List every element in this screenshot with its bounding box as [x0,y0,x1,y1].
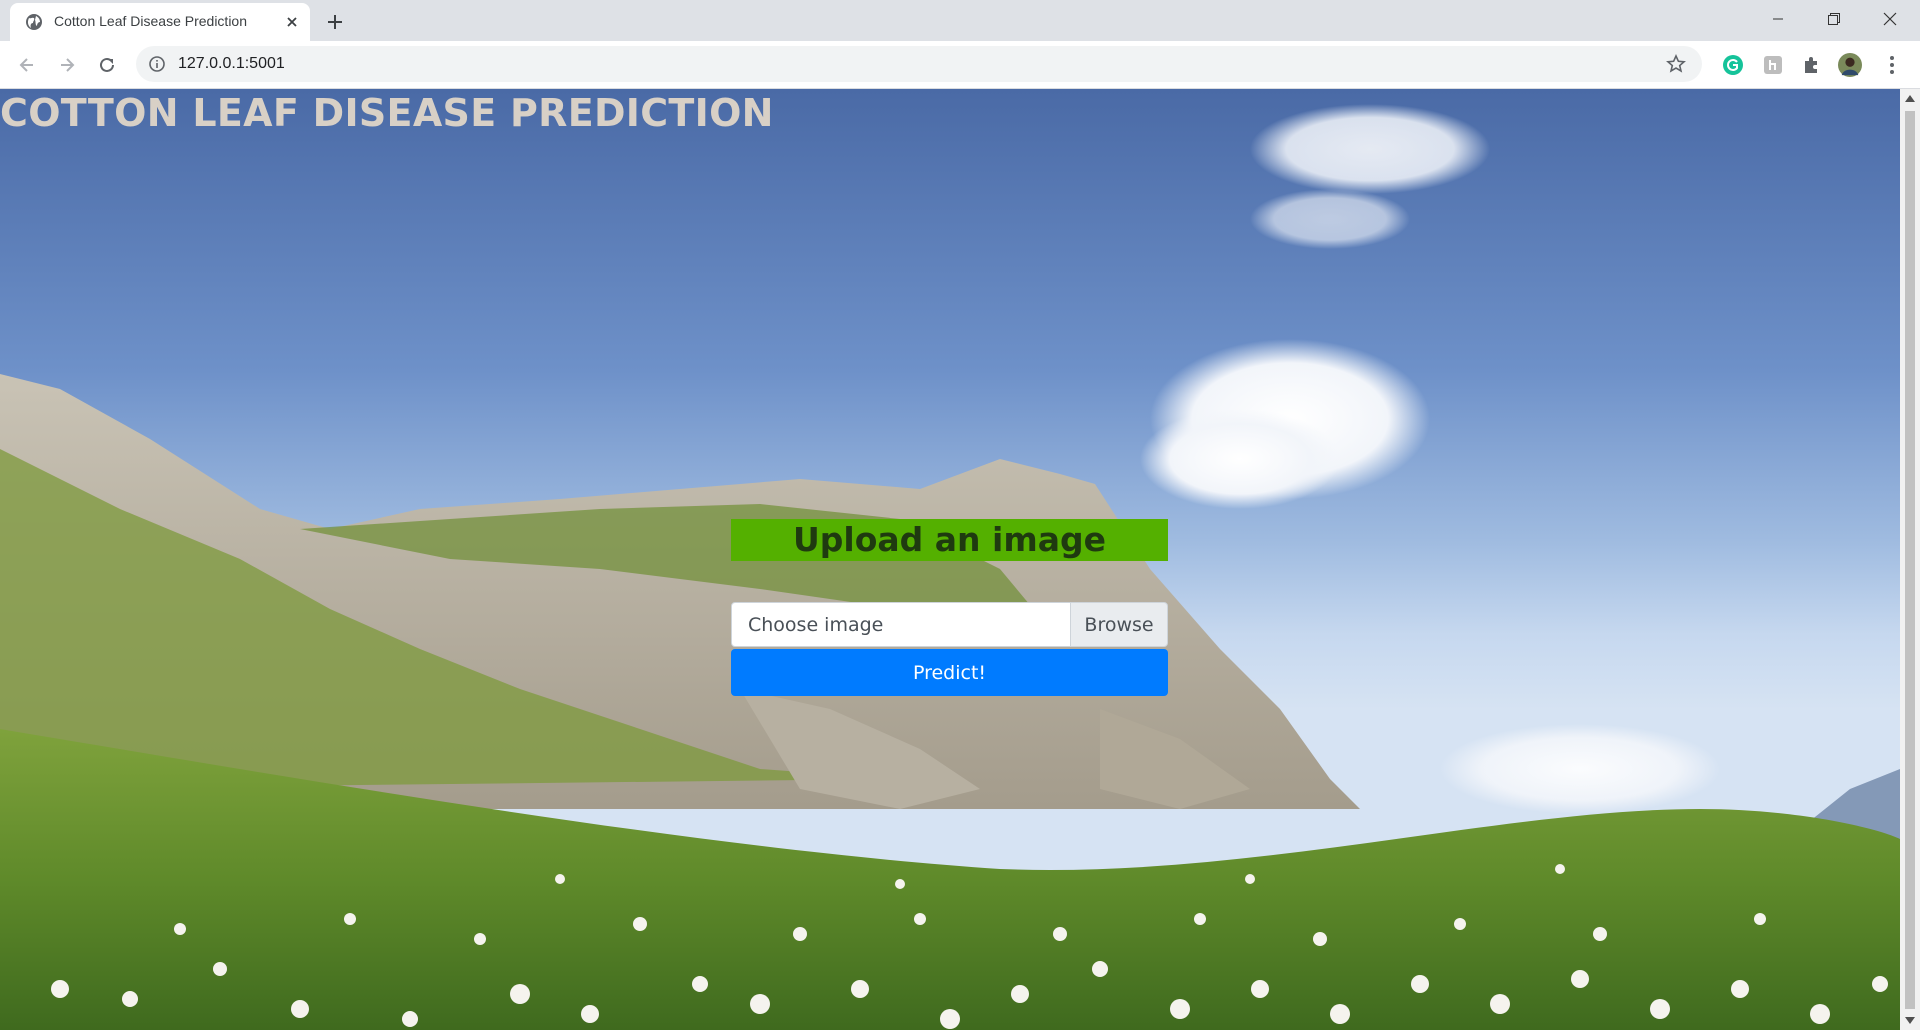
close-icon [1883,12,1897,26]
reload-icon [100,57,114,72]
info-icon[interactable] [148,55,166,73]
url-text[interactable]: 127.0.0.1:5001 [178,55,285,73]
tab-strip: Cotton Leaf Disease Prediction [0,0,1920,41]
page-viewport: COTTON LEAF DISEASE PREDICTION Upload an… [0,89,1900,1030]
file-input[interactable]: Choose image [731,602,1071,647]
restore-button[interactable] [1806,0,1862,38]
menu-kebab-icon[interactable] [1880,53,1904,77]
extension-icon[interactable] [1761,53,1785,77]
page-title: COTTON LEAF DISEASE PREDICTION [0,91,774,135]
file-upload-group: Choose image Browse [731,602,1168,649]
extensions-puzzle-icon[interactable] [1800,53,1824,77]
arrow-right-icon [61,58,75,72]
globe-icon [26,14,42,30]
address-bar[interactable]: 127.0.0.1:5001 [136,46,1702,82]
bookmark-star-icon[interactable] [1666,54,1686,74]
browse-button[interactable]: Browse [1070,602,1168,647]
scroll-down-arrow-icon[interactable] [1905,1017,1915,1024]
grammarly-extension-icon[interactable] [1721,53,1745,77]
tab-title: Cotton Leaf Disease Prediction [54,13,247,29]
close-tab-icon[interactable] [282,12,302,32]
upload-heading: Upload an image [731,519,1168,561]
browser-tab[interactable]: Cotton Leaf Disease Prediction [10,3,310,41]
minimize-button[interactable] [1750,0,1806,38]
scrollbar-thumb[interactable] [1905,111,1915,1009]
back-button[interactable] [13,51,41,79]
minimize-icon [1773,18,1783,20]
page-scrollbar[interactable] [1900,89,1920,1030]
reload-button[interactable] [93,51,121,79]
restore-icon [1828,13,1840,25]
new-tab-icon[interactable] [322,9,348,35]
close-window-button[interactable] [1862,0,1918,38]
scroll-up-arrow-icon[interactable] [1905,95,1915,102]
arrow-left-icon [19,58,33,72]
predict-button[interactable]: Predict! [731,649,1168,696]
forward-button[interactable] [53,51,81,79]
browser-toolbar: 127.0.0.1:5001 [0,41,1920,89]
profile-avatar[interactable] [1838,53,1862,77]
